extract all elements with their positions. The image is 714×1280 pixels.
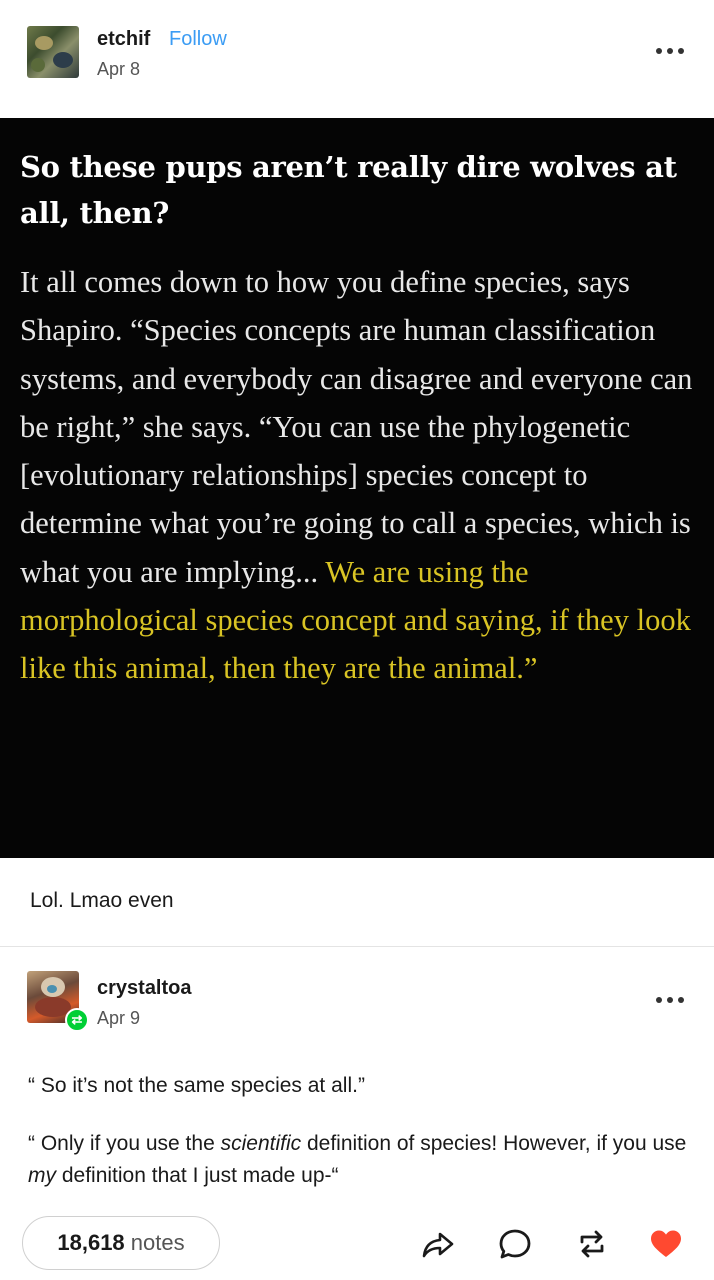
reblog-icon[interactable] — [574, 1226, 610, 1262]
username[interactable]: etchif — [97, 28, 150, 51]
reblog-text-part: definition of species! However, if you u… — [301, 1132, 687, 1155]
avatar[interactable] — [27, 26, 79, 78]
divider — [0, 946, 714, 947]
quote-body: It all comes down to how you define spec… — [20, 258, 694, 693]
reblog-username[interactable]: crystaltoa — [97, 977, 192, 1000]
post-header: etchif Follow Apr 8 — [0, 0, 714, 118]
post-caption: Lol. Lmao even — [30, 889, 174, 912]
notes-count: 18,618 — [57, 1230, 125, 1255]
quote-body-plain: It all comes down to how you define spec… — [20, 265, 693, 589]
post-date: Apr 8 — [97, 59, 141, 79]
reblog-text-paragraph: “ Only if you use the scientific definit… — [28, 1128, 688, 1192]
notes-label: notes — [130, 1230, 185, 1255]
reblog-date: Apr 9 — [97, 1008, 141, 1028]
more-icon[interactable] — [656, 46, 688, 56]
reblog-text-line: “ So it’s not the same species at all.” — [28, 1074, 365, 1097]
more-icon[interactable] — [656, 995, 688, 1005]
share-icon[interactable] — [420, 1226, 456, 1262]
reblog-text-emphasis: scientific — [220, 1132, 302, 1155]
notes-button[interactable]: 18,618 notes — [22, 1216, 220, 1270]
reblog-text-part: definition that I just made up-“ — [56, 1164, 339, 1187]
quote-image: So these pups aren’t really dire wolves … — [0, 118, 714, 858]
reblog-text-emphasis: my — [28, 1164, 56, 1187]
reblog-text-part: “ Only if you use the — [28, 1132, 221, 1155]
quote-heading: So these pups aren’t really dire wolves … — [20, 150, 677, 230]
heart-icon[interactable] — [648, 1226, 684, 1262]
reply-icon[interactable] — [497, 1226, 533, 1262]
follow-button[interactable]: Follow — [169, 28, 227, 51]
reblog-badge-icon: ⇄ — [65, 1008, 89, 1032]
